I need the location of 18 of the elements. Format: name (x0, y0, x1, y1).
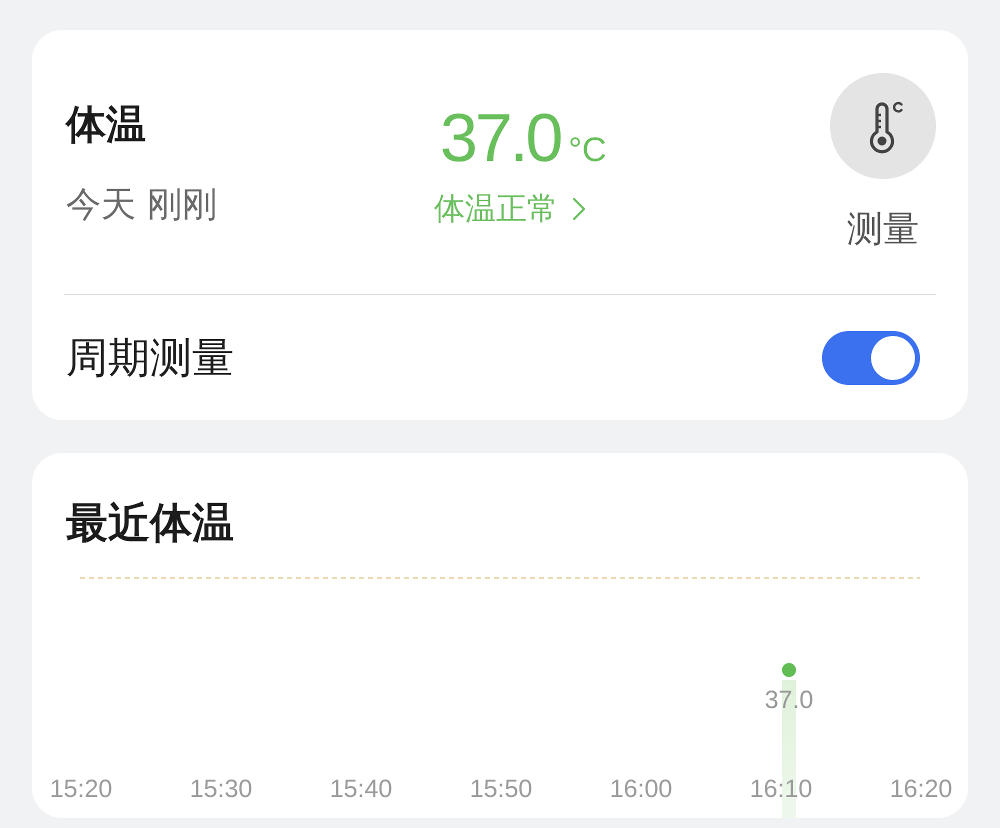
x-axis-label: 16:00 (610, 775, 672, 803)
thermometer-icon (830, 73, 936, 179)
x-axis-label: 15:50 (470, 775, 532, 803)
x-axis-label: 15:20 (50, 775, 112, 803)
temperature-unit: °C (568, 131, 607, 170)
card-title: 体温 (66, 103, 146, 147)
measurement-time: 今天 刚刚 (66, 185, 218, 225)
x-axis-label: 15:40 (330, 775, 392, 803)
chevron-right-icon (572, 197, 586, 221)
temperature-value: 37.0 (440, 102, 560, 174)
periodic-measurement-label: 周期测量 (66, 334, 234, 382)
x-axis-label: 15:30 (190, 775, 252, 803)
data-label: 37.0 (764, 686, 814, 714)
measure-button[interactable]: 测量 (830, 73, 936, 250)
card-title: 最近体温 (66, 501, 234, 543)
x-axis-label: 16:10 (750, 775, 812, 803)
x-axis-label: 16:20 (890, 775, 952, 803)
toggle-switch[interactable] (822, 330, 920, 384)
